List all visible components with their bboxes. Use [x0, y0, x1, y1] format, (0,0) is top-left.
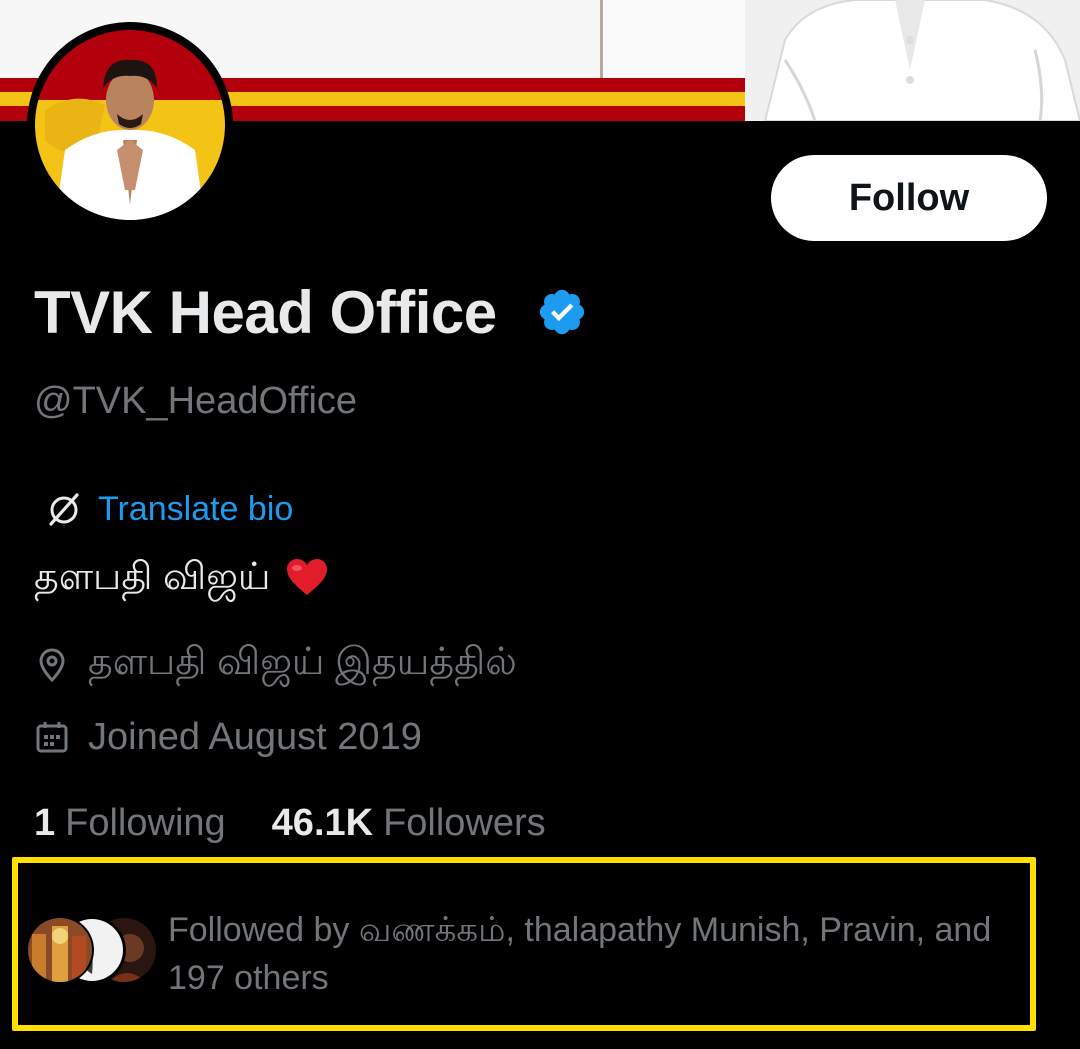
- location-text: தளபதி விஜய் இதயத்தில்: [88, 641, 517, 683]
- bio-text: தளபதி விஜய்: [34, 556, 271, 598]
- location-pin-icon: [39, 648, 65, 683]
- banner-person-image: [745, 0, 1080, 121]
- profile-bio: தளபதி விஜய்: [34, 552, 329, 602]
- following-label: Following: [65, 801, 226, 844]
- followers-you-know-avatars[interactable]: [26, 914, 158, 986]
- followers-label: Followers: [383, 801, 546, 844]
- profile-location: தளபதி விஜய் இதயத்தில்: [34, 640, 517, 690]
- profile-joined: Joined August 2019: [34, 712, 422, 762]
- following-count: 1: [34, 801, 56, 844]
- translate-bio-link[interactable]: Translate bio: [44, 486, 293, 532]
- verified-badge-icon[interactable]: [536, 286, 588, 338]
- heart-icon: [286, 559, 327, 595]
- followers-link[interactable]: 46.1K Followers: [272, 802, 546, 845]
- translate-bio-label: Translate bio: [98, 489, 294, 528]
- following-link[interactable]: 1 Following: [34, 802, 226, 845]
- profile-handle: @TVK_HeadOffice: [34, 380, 358, 422]
- display-name: TVK Head Office: [34, 279, 497, 346]
- followed-by-text[interactable]: Followed by வணக்கம், thalapathy Munish, …: [168, 906, 1028, 1002]
- followers-count: 46.1K: [271, 801, 374, 844]
- globe-off-icon: [49, 493, 79, 526]
- follow-stats: 1 Following 46.1K Followers: [34, 798, 546, 848]
- joined-text: Joined August 2019: [88, 715, 422, 758]
- avatar-image: [35, 30, 225, 220]
- profile-avatar[interactable]: [27, 22, 233, 228]
- follow-button[interactable]: Follow: [771, 155, 1047, 241]
- calendar-icon: [36, 722, 68, 753]
